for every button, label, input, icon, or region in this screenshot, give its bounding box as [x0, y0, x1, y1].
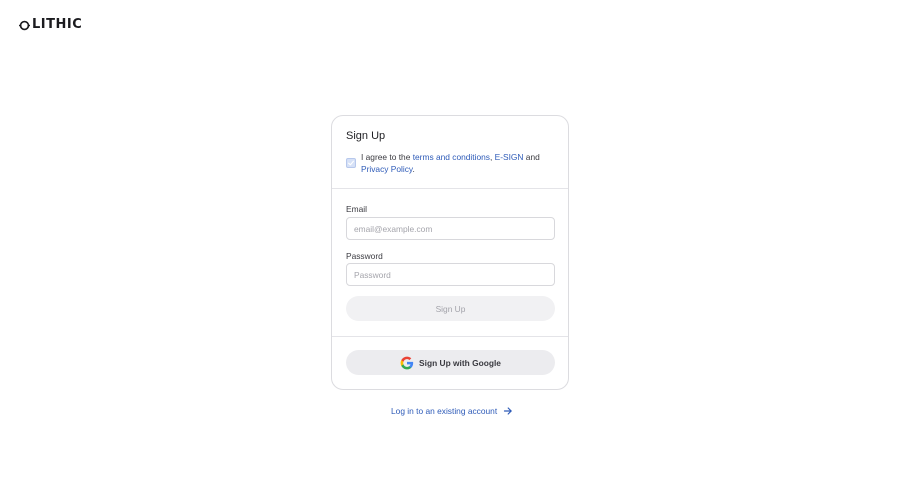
agreement-section: Sign Up I agree to the terms and conditi… [332, 116, 568, 189]
credentials-section: Email Password Sign Up [332, 189, 568, 337]
agree-checkbox[interactable] [346, 158, 356, 168]
sign-up-button[interactable]: Sign Up [346, 296, 555, 321]
email-input[interactable] [346, 217, 555, 240]
login-link-label: Log in to an existing account [391, 406, 498, 416]
brand-logo[interactable]: LITHIC [19, 17, 83, 32]
google-signup-button[interactable]: Sign Up with Google [346, 350, 555, 375]
esign-link[interactable]: E-SIGN [495, 152, 524, 162]
privacy-link[interactable]: Privacy Policy [361, 164, 413, 174]
brand-name: LITHIC [32, 17, 83, 32]
login-existing-link[interactable]: Log in to an existing account [391, 406, 513, 416]
google-g-icon [400, 356, 414, 369]
terms-link[interactable]: terms and conditions [413, 152, 490, 162]
lithic-logo-icon [19, 20, 30, 30]
card-title: Sign Up [346, 130, 386, 142]
agreement-sep2: and [523, 152, 540, 162]
password-label: Password [346, 251, 383, 261]
agreement-suffix: . [412, 163, 415, 174]
agreement-text: I agree to the terms and conditions, E-S… [361, 152, 540, 175]
arrow-right-icon [504, 407, 512, 415]
agreement-row: I agree to the terms and conditions, E-S… [346, 152, 556, 175]
email-label: Email [346, 204, 367, 214]
google-button-label: Sign Up with Google [419, 357, 501, 368]
check-icon [348, 160, 354, 166]
signup-card: Sign Up I agree to the terms and conditi… [331, 115, 569, 390]
agreement-prefix: I agree to the [361, 152, 413, 162]
password-input[interactable] [346, 263, 555, 286]
